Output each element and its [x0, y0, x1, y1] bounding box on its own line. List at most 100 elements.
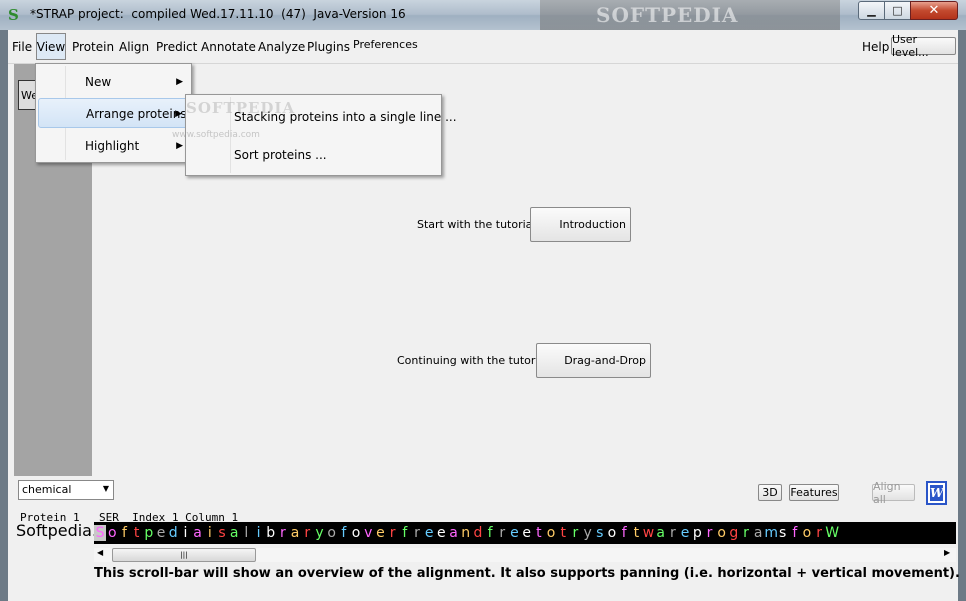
- menu-plugins[interactable]: Plugins: [307, 40, 350, 54]
- menu-predict[interactable]: Predict: [156, 40, 197, 54]
- close-button[interactable]: ✕: [910, 1, 958, 20]
- user-level-button[interactable]: User level...: [891, 33, 956, 59]
- residue[interactable]: v: [362, 525, 374, 541]
- align-all-button[interactable]: Align all: [872, 480, 915, 506]
- residue[interactable]: y: [313, 525, 325, 541]
- residue[interactable]: b: [265, 525, 277, 541]
- menu-item-arrange-proteins[interactable]: Arrange proteins ▶: [38, 98, 189, 128]
- residue[interactable]: r: [496, 525, 508, 541]
- residue[interactable]: t: [557, 525, 569, 541]
- scroll-right-icon[interactable]: ▶: [944, 548, 950, 557]
- residue[interactable]: r: [667, 525, 679, 541]
- residue[interactable]: a: [655, 525, 667, 541]
- residue[interactable]: y: [582, 525, 594, 541]
- residue[interactable]: o: [350, 525, 362, 541]
- 3d-button[interactable]: 3D: [758, 484, 782, 501]
- scrollbar-thumb[interactable]: |||: [112, 548, 256, 562]
- residue[interactable]: r: [387, 525, 399, 541]
- residue[interactable]: t: [533, 525, 545, 541]
- residue[interactable]: e: [374, 525, 386, 541]
- residue[interactable]: g: [728, 525, 740, 541]
- residue[interactable]: e: [521, 525, 533, 541]
- residue[interactable]: p: [143, 525, 155, 541]
- residue[interactable]: f: [399, 525, 411, 541]
- residue[interactable]: o: [801, 525, 813, 541]
- sequence-strip[interactable]: Softpediaisalibraryofoverfreeandfreetotr…: [94, 522, 956, 544]
- residue[interactable]: a: [289, 525, 301, 541]
- residue[interactable]: e: [508, 525, 520, 541]
- drag-and-drop-button-label: Drag-and-Drop: [564, 354, 646, 367]
- menu-file[interactable]: File: [12, 40, 32, 54]
- menu-annotate[interactable]: Annotate: [201, 40, 256, 54]
- residue[interactable]: n: [460, 525, 472, 541]
- residue[interactable]: s: [777, 525, 789, 541]
- residue[interactable]: r: [740, 525, 752, 541]
- word-export-button[interactable]: W: [926, 481, 947, 505]
- residue[interactable]: t: [630, 525, 642, 541]
- residue[interactable]: l: [240, 525, 252, 541]
- residue[interactable]: r: [411, 525, 423, 541]
- menu-analyze[interactable]: Analyze: [258, 40, 305, 54]
- residue[interactable]: o: [606, 525, 618, 541]
- residue[interactable]: o: [106, 525, 118, 541]
- help-menu[interactable]: Help: [862, 40, 889, 54]
- residue[interactable]: o: [545, 525, 557, 541]
- residue[interactable]: a: [752, 525, 764, 541]
- residue[interactable]: t: [131, 525, 143, 541]
- residue[interactable]: r: [813, 525, 825, 541]
- tutorial-start-label: Start with the tutorial: [417, 218, 536, 231]
- residue[interactable]: p: [691, 525, 703, 541]
- residue[interactable]: a: [192, 525, 204, 541]
- residue[interactable]: e: [435, 525, 447, 541]
- residue[interactable]: S: [94, 525, 107, 541]
- residue[interactable]: f: [618, 525, 630, 541]
- residue[interactable]: f: [118, 525, 130, 541]
- residue[interactable]: f: [789, 525, 801, 541]
- residue[interactable]: a: [447, 525, 459, 541]
- arrange-proteins-submenu: SOFTPEDIA www.softpedia.com Stacking pro…: [172, 94, 457, 176]
- scroll-left-icon[interactable]: ◀: [97, 548, 103, 557]
- residue[interactable]: r: [703, 525, 715, 541]
- menu-item-highlight[interactable]: Highlight ▶: [38, 131, 189, 161]
- menu-view[interactable]: View: [36, 33, 66, 60]
- minimize-button[interactable]: ▁: [858, 1, 885, 20]
- features-button[interactable]: Features: [789, 484, 839, 501]
- residue[interactable]: a: [228, 525, 240, 541]
- menu-item-sort-proteins[interactable]: Sort proteins ...: [234, 148, 327, 162]
- residue[interactable]: i: [252, 525, 264, 541]
- residue[interactable]: o: [716, 525, 728, 541]
- residue[interactable]: W: [825, 525, 839, 541]
- residue[interactable]: r: [569, 525, 581, 541]
- residue[interactable]: e: [679, 525, 691, 541]
- menu-bar: [8, 30, 958, 64]
- protein-name-label[interactable]: Softpedia.t: [16, 521, 94, 540]
- residue[interactable]: f: [338, 525, 350, 541]
- menu-preferences[interactable]: Preferences: [353, 38, 418, 51]
- residue[interactable]: d: [472, 525, 484, 541]
- submenu-arrow-icon: ▶: [175, 109, 182, 119]
- view-dropdown-menu: New ▶ Arrange proteins ▶ Highlight ▶: [35, 63, 192, 163]
- residue[interactable]: w: [642, 525, 654, 541]
- menu-item-new[interactable]: New ▶: [38, 67, 189, 97]
- maximize-button[interactable]: □: [884, 1, 911, 20]
- introduction-button[interactable]: Introduction: [530, 207, 631, 242]
- residue[interactable]: m: [764, 525, 778, 541]
- residue[interactable]: s: [594, 525, 606, 541]
- menu-protein[interactable]: Protein: [72, 40, 114, 54]
- residue[interactable]: s: [216, 525, 228, 541]
- drag-and-drop-button[interactable]: Drag-and-Drop: [536, 343, 651, 378]
- residue[interactable]: d: [167, 525, 179, 541]
- residue[interactable]: r: [301, 525, 313, 541]
- residue[interactable]: e: [155, 525, 167, 541]
- app-icon: S: [8, 6, 19, 24]
- residue[interactable]: i: [204, 525, 216, 541]
- coloring-select[interactable]: chemical ▼: [18, 480, 114, 500]
- menu-align[interactable]: Align: [119, 40, 149, 54]
- residue[interactable]: i: [179, 525, 191, 541]
- residue[interactable]: f: [484, 525, 496, 541]
- menu-item-stacking-proteins[interactable]: Stacking proteins into a single line ...: [234, 110, 457, 124]
- residue[interactable]: r: [277, 525, 289, 541]
- residue[interactable]: e: [423, 525, 435, 541]
- coloring-select-value: chemical: [22, 483, 72, 496]
- residue[interactable]: o: [326, 525, 338, 541]
